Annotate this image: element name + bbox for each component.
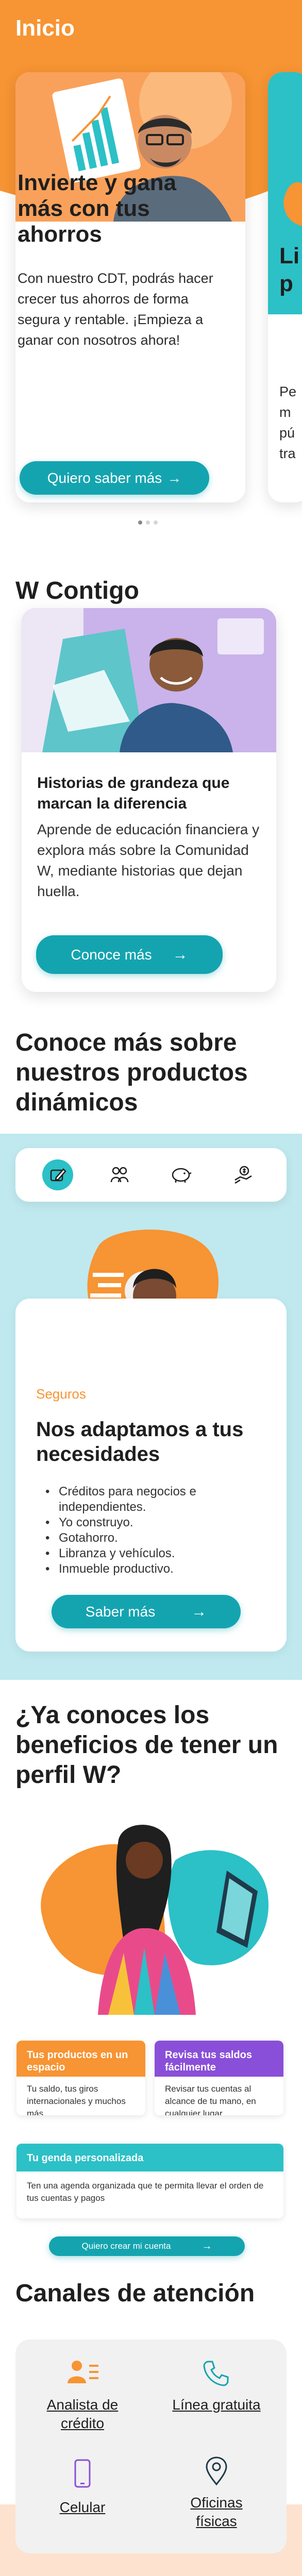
productos-title: Conoce más sobre nuestros productos diná… — [15, 1029, 248, 1116]
product-category: Seguros — [36, 1386, 86, 1402]
product-card-title: Nos adaptamos a tus necesidades — [36, 1418, 244, 1466]
list-item: Gotahorro. — [45, 1530, 263, 1546]
tab-creditos[interactable] — [42, 1159, 73, 1190]
page-title: Inicio — [15, 15, 75, 41]
benefit-box-text: Revisar tus cuentas al alcance de tu man… — [165, 2084, 256, 2115]
button-label: Saber más — [85, 1603, 156, 1620]
crear-cuenta-button[interactable]: Quiero crear mi cuenta → — [49, 2236, 245, 2256]
conoce-mas-button[interactable]: Conoce más → — [36, 935, 223, 974]
benefit-box-title: Revisa tus saldos fácilmente — [155, 2041, 283, 2077]
list-item: Yo construyo. — [45, 1515, 263, 1530]
list-item: Créditos para negocios e independientes. — [45, 1484, 263, 1515]
slide-title: Li p — [279, 243, 300, 296]
mobile-icon — [74, 2459, 91, 2488]
piggy-bank-icon — [172, 1168, 192, 1183]
hero-section: Inicio Invierte y gana más con tus ahorr… — [0, 0, 302, 525]
credit-pencil-icon — [50, 1168, 66, 1182]
pagination-dot[interactable] — [138, 520, 142, 525]
tab-personas[interactable] — [104, 1159, 135, 1190]
w-contigo-card-title: Historias de grandeza que marcan la dife… — [37, 775, 230, 812]
button-label: Quiero saber más — [47, 469, 162, 486]
woman-phone-illustration — [41, 1825, 269, 2015]
perfil-w-title: ¿Ya conoces los beneficios de tener un p… — [15, 1702, 278, 1789]
tab-ahorro[interactable] — [166, 1159, 197, 1190]
button-label: Quiero crear mi cuenta — [81, 2241, 171, 2251]
benefit-box-title: Tus productos en un espacio — [16, 2041, 145, 2077]
canal-label[interactable]: Celular — [60, 2498, 106, 2517]
location-pin-icon — [206, 2456, 227, 2486]
benefit-box-title: Tu genda personalizada — [16, 2144, 283, 2171]
benefit-box-text: Tu saldo, tus giros internacionales y mu… — [27, 2084, 126, 2115]
list-item: Inmueble productivo. — [45, 1561, 263, 1577]
phone-icon — [203, 2361, 229, 2386]
canales-title: Canales de atención — [15, 2280, 255, 2307]
analyst-icon — [68, 2361, 98, 2383]
benefit-box-text: Ten una agenda organizada que te permita… — [27, 2181, 264, 2203]
list-item: Libranza y vehículos. — [45, 1546, 263, 1561]
arrow-right-icon: → — [202, 2240, 212, 2252]
canal-label[interactable]: Línea gratuita — [172, 2396, 260, 2414]
slide-title: Invierte y gana más con tus ahorros — [18, 170, 177, 247]
saber-mas-button[interactable]: Saber más → — [52, 1595, 241, 1628]
carousel-slide-next[interactable]: Li p Pe m pú tra — [268, 72, 302, 502]
product-list: Créditos para negocios e independientes.… — [45, 1484, 263, 1577]
carousel-pagination — [138, 520, 158, 525]
slide-text: Pe m pú tra — [279, 384, 297, 461]
w-contigo-image — [22, 608, 276, 752]
pagination-dot[interactable] — [146, 520, 150, 525]
hand-money-icon — [234, 1166, 252, 1184]
w-contigo-card-text: Aprende de educación financiera y explor… — [37, 821, 260, 899]
pagination-dot[interactable] — [154, 520, 158, 525]
people-icon — [110, 1167, 129, 1183]
benefit-box-saldos: Revisa tus saldos fácilmente Revisar tus… — [155, 2041, 283, 2115]
canal-celular[interactable]: Celular — [36, 2458, 129, 2517]
canal-label[interactable]: Oficinas físicas — [170, 2494, 263, 2531]
man-arms-crossed-illustration — [22, 608, 276, 752]
slide-text: Con nuestro CDT, podrás hacer crecer tus… — [18, 271, 213, 348]
canal-oficinas[interactable]: Oficinas físicas — [170, 2455, 263, 2531]
quiero-saber-mas-button[interactable]: Quiero saber más → — [20, 461, 209, 495]
canal-analista[interactable]: Analista de crédito — [36, 2358, 129, 2433]
canal-linea-gratuita[interactable]: Línea gratuita — [165, 2358, 268, 2414]
tab-inversion[interactable] — [228, 1159, 259, 1190]
benefit-box-agenda: Tu genda personalizada Ten una agenda or… — [16, 2144, 283, 2218]
canal-label[interactable]: Analista de crédito — [36, 2396, 129, 2433]
arrow-right-icon: → — [167, 469, 182, 486]
arrow-right-icon: → — [172, 946, 188, 963]
page: Inicio Invierte y gana más con tus ahorr… — [0, 0, 302, 2576]
button-label: Conoce más — [71, 946, 152, 963]
product-tabs — [15, 1148, 287, 1202]
w-contigo-title: W Contigo — [15, 577, 139, 604]
benefit-box-productos: Tus productos en un espacio Tu saldo, tu… — [16, 2041, 145, 2115]
arrow-right-icon: → — [191, 1603, 207, 1620]
